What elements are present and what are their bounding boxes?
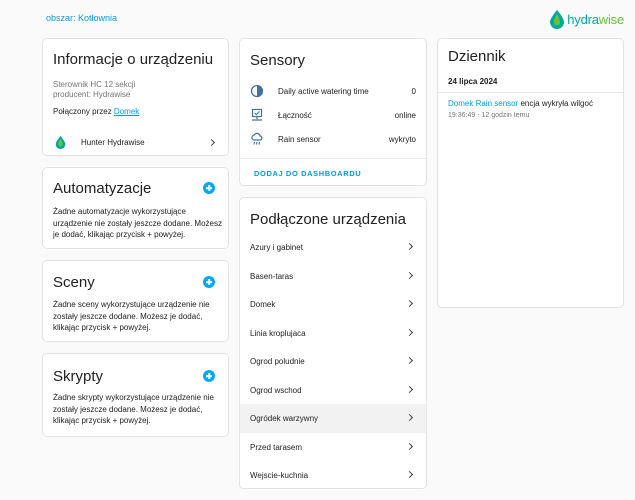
device-row-highlighted[interactable]: Ogródek warzywny bbox=[240, 404, 426, 433]
add-to-dashboard-button[interactable]: DODAJ DO DASHBOARDU bbox=[254, 169, 361, 178]
log-entry: Domek Rain sensor encja wykryła wilgoć bbox=[448, 98, 620, 110]
device-producer: producent: Hydrawise bbox=[53, 90, 131, 99]
device-row-label: Wejscie-kuchnia bbox=[250, 471, 309, 480]
log-card: Dziennik 24 lipca 2024 Domek Rain sensor… bbox=[437, 38, 624, 308]
chevron-right-icon bbox=[405, 385, 414, 393]
hydrawise-integration-icon bbox=[55, 136, 66, 149]
scripts-card: Skrypty Żadne skrypty wykorzystujące urz… bbox=[42, 353, 229, 437]
device-row[interactable]: Ogrod wschod bbox=[240, 376, 426, 405]
device-row[interactable]: Przed tarasem bbox=[240, 433, 426, 462]
divider bbox=[240, 158, 426, 159]
rain-cloud-icon bbox=[251, 132, 263, 145]
device-row-label: Basen-taras bbox=[250, 271, 294, 281]
water-drop-logo-icon bbox=[550, 9, 565, 29]
scenes-body: Żadne sceny wykorzystujące urządzenie ni… bbox=[53, 300, 210, 332]
device-info-title: Informacje o urządzeniu bbox=[53, 51, 214, 68]
connected-via-link[interactable]: Domek bbox=[114, 107, 139, 116]
add-scene-button[interactable] bbox=[203, 276, 215, 288]
sensor-value: 0 bbox=[411, 87, 416, 96]
sensor-name: Rain sensor bbox=[278, 135, 321, 144]
device-model: Sterownik HC 12 sekcji bbox=[53, 80, 136, 89]
connected-devices-card: Podłączone urządzenia Azury i gabinet Ba… bbox=[239, 197, 427, 489]
automations-title: Automatyzacje bbox=[53, 180, 152, 197]
automations-body: Żadne automatyzacje wykorzystujące urząd… bbox=[53, 207, 222, 239]
integration-row[interactable]: Hunter Hydrawise bbox=[43, 133, 228, 153]
device-row-label: Linia kroplujaca bbox=[250, 328, 306, 338]
chevron-right-icon bbox=[405, 271, 414, 279]
timer-icon bbox=[250, 84, 264, 98]
connectivity-icon bbox=[251, 108, 263, 121]
integration-label: Hunter Hydrawise bbox=[81, 138, 145, 147]
connected-via: Połączony przez Domek bbox=[53, 106, 139, 118]
sensor-name: Daily active watering time bbox=[278, 87, 369, 96]
sensor-row[interactable]: Daily active watering time 0 bbox=[240, 79, 426, 103]
hydrawise-logo: hydra wise bbox=[549, 9, 624, 29]
sensors-card: Sensory Daily active watering time 0 Łąc… bbox=[239, 38, 427, 186]
scenes-title: Sceny bbox=[53, 274, 95, 291]
sensors-title: Sensory bbox=[250, 52, 306, 69]
chevron-right-icon bbox=[405, 442, 414, 450]
sensor-row[interactable]: Łączność online bbox=[240, 103, 426, 127]
device-row[interactable]: Basen-taras bbox=[240, 262, 426, 291]
scripts-body: Żadne skrypty wykorzystujące urządzenie … bbox=[53, 393, 214, 425]
area-link[interactable]: obszar: Kotłownia bbox=[46, 13, 117, 23]
log-title: Dziennik bbox=[448, 48, 506, 65]
device-row[interactable]: Linia kroplujaca bbox=[240, 319, 426, 348]
log-entry-time: 19:36:49 - 12 godzin temu bbox=[448, 112, 530, 119]
device-row-label: Ogrod wschod bbox=[250, 385, 302, 395]
scripts-title: Skrypty bbox=[53, 368, 104, 385]
device-row-label: Ogrod poludnie bbox=[250, 357, 305, 366]
chevron-right-icon bbox=[405, 328, 414, 336]
connected-via-label: Połączony przez bbox=[53, 107, 114, 116]
chevron-right-icon bbox=[207, 138, 216, 147]
logo-word-part1: hydra bbox=[567, 11, 599, 27]
device-info-card: Informacje o urządzeniu Sterownik HC 12 … bbox=[42, 38, 229, 156]
add-script-button[interactable] bbox=[203, 370, 215, 382]
device-row[interactable]: Wejscie-kuchnia bbox=[240, 461, 426, 490]
device-row-label: Ogródek warzywny bbox=[250, 414, 319, 423]
divider bbox=[438, 92, 623, 93]
device-row-label: Domek bbox=[250, 300, 276, 309]
connected-devices-title: Podłączone urządzenia bbox=[250, 211, 406, 228]
chevron-right-icon bbox=[405, 242, 414, 251]
device-row[interactable]: Domek bbox=[240, 290, 426, 319]
sensor-value: online bbox=[394, 111, 416, 120]
chevron-right-icon bbox=[405, 299, 414, 308]
scenes-card: Sceny Żadne sceny wykorzystujące urządze… bbox=[42, 260, 229, 342]
log-entry-link[interactable]: Domek Rain sensor bbox=[448, 99, 518, 108]
chevron-right-icon bbox=[405, 470, 414, 479]
automations-card: Automatyzacje Żadne automatyzacje wykorz… bbox=[42, 167, 229, 249]
sensor-row[interactable]: Rain sensor wykryto bbox=[240, 127, 426, 151]
chevron-right-icon bbox=[405, 413, 414, 422]
add-automation-button[interactable] bbox=[203, 182, 215, 194]
log-date: 24 lipca 2024 bbox=[448, 77, 498, 86]
device-row[interactable]: Ogrod poludnie bbox=[240, 347, 426, 376]
device-row[interactable]: Azury i gabinet bbox=[240, 233, 426, 262]
log-entry-text: encja wykryła wilgoć bbox=[518, 99, 593, 108]
sensor-name: Łączność bbox=[278, 111, 312, 120]
chevron-right-icon bbox=[405, 356, 414, 365]
device-row-label: Azury i gabinet bbox=[250, 243, 303, 252]
logo-word-part2: wise bbox=[598, 11, 624, 27]
device-row-label: Przed tarasem bbox=[250, 442, 303, 452]
sensor-value: wykryto bbox=[388, 135, 416, 144]
